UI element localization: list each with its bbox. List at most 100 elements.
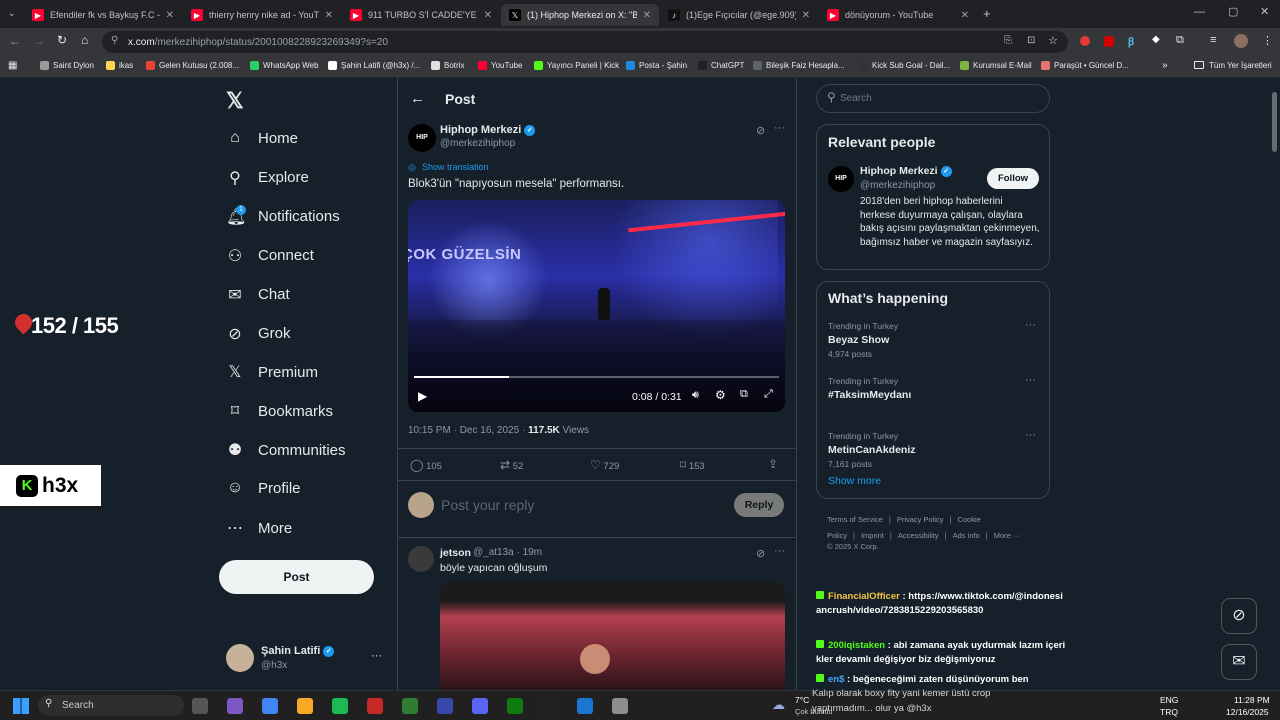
grok-icon[interactable]: ⊘ (756, 124, 765, 137)
clock-time[interactable]: 11:28 PM (1234, 695, 1270, 705)
footer-link[interactable]: Imprint (861, 531, 884, 540)
settings-icon[interactable]: ⚙ (715, 388, 726, 402)
trend-more-icon[interactable]: ··· (1025, 374, 1036, 386)
reply-count-button[interactable]: ◯ 105 (410, 458, 442, 472)
follow-button[interactable]: Follow (987, 168, 1039, 189)
account-switcher[interactable]: Şahin Latifi ✓ @h3x ··· (226, 642, 386, 676)
trend-name[interactable]: MetinCanAkdeniz (828, 444, 916, 456)
trend-name[interactable]: Beyaz Show (828, 334, 889, 346)
translate-icon[interactable]: ⎘ (1004, 35, 1012, 46)
extensions-puzzle-icon[interactable]: ⧉ (1176, 34, 1184, 47)
footer-link[interactable]: Privacy Policy (897, 515, 944, 524)
pip-icon[interactable]: ⧉ (740, 388, 748, 401)
home-icon[interactable]: ⌂ (81, 33, 88, 47)
repost-count-button[interactable]: ⇄ 52 (500, 458, 523, 472)
tweet-author-avatar[interactable]: HIP (408, 124, 436, 152)
install-icon[interactable]: ⊡ (1027, 35, 1035, 46)
forward-icon[interactable]: → (33, 34, 45, 48)
reply-input[interactable]: Post your reply (441, 497, 534, 513)
url-input[interactable]: ⚲ x.com/merkezihiphop/status/20010082289… (102, 31, 1068, 53)
site-info-icon[interactable]: ⚲ (111, 35, 118, 46)
taskbar-search[interactable]: ⚲ Search (38, 695, 184, 716)
browser-tab[interactable]: ▶ dönüyorum - YouTube ✕ (819, 4, 977, 26)
copilot-icon[interactable] (227, 698, 243, 714)
tweet-video[interactable]: ÇOK GÜZELSİN ▶ 0:08 / 0:31 🔊︎ ⚙ ⧉ ⤢ (408, 200, 785, 412)
browser-tab[interactable]: 𝕏 (1) Hiphop Merkezi on X: "Blok3 ✕ (501, 4, 659, 26)
reply-button[interactable]: Reply (734, 493, 784, 517)
steam-icon[interactable] (612, 698, 628, 714)
lang-1[interactable]: ENG (1160, 695, 1178, 705)
nav-item-communities[interactable]: ⚉ Communities (226, 440, 346, 460)
nav-item-explore[interactable]: ⚲ Explore (226, 168, 309, 188)
tab-close-icon[interactable]: ✕ (802, 10, 810, 21)
search-box[interactable]: ⚲ Search (816, 84, 1050, 113)
footer-link[interactable]: Terms of Service (827, 515, 883, 524)
lang-2[interactable]: TRQ (1160, 707, 1178, 717)
nav-item-more[interactable]: ⋯ More (226, 518, 292, 538)
nav-item-home[interactable]: ⌂ Home (226, 129, 298, 147)
relevant-name[interactable]: Hiphop Merkezi ✓ (860, 165, 952, 177)
back-icon[interactable]: ← (9, 34, 21, 48)
nav-item-grok[interactable]: ⊘ Grok (226, 324, 290, 344)
x-logo-icon[interactable]: 𝕏 (226, 88, 244, 114)
extension-shield-icon[interactable] (1104, 36, 1114, 47)
extension-red-icon[interactable] (1080, 36, 1090, 46)
back-arrow-icon[interactable]: ← (410, 90, 425, 107)
spotify-icon[interactable] (332, 698, 348, 714)
new-tab-icon[interactable]: + (983, 6, 991, 21)
tab-search-icon[interactable]: ⌄ (8, 8, 16, 19)
post-button[interactable]: Post (219, 560, 374, 594)
browser-profile-avatar[interactable] (1234, 34, 1248, 48)
messages-float-button[interactable]: ✉ (1221, 644, 1257, 680)
trend-name[interactable]: #TaksimMeydanı (828, 389, 911, 401)
tab-close-icon[interactable]: ✕ (961, 10, 969, 21)
bookmark-item[interactable]: Posta - Şahin (626, 61, 687, 70)
close-window-icon[interactable]: ✕ (1260, 5, 1269, 18)
chrome-icon[interactable] (262, 698, 278, 714)
trend-more-icon[interactable]: ··· (1025, 319, 1036, 331)
account-more[interactable]: ··· (371, 650, 382, 662)
footer-link[interactable]: Accessibility (898, 531, 939, 540)
browser-menu-icon[interactable]: ⋮ (1262, 34, 1273, 47)
nav-item-connect[interactable]: ⚇ Connect (226, 246, 314, 266)
tweet-author-handle[interactable]: @merkezihiphop (440, 138, 515, 149)
tab-close-icon[interactable]: ✕ (484, 10, 492, 21)
share-icon[interactable]: ⇪ (768, 457, 778, 471)
extension-diamond-icon[interactable]: ◆ (1152, 34, 1160, 45)
browser-tab[interactable]: ▶ 911 TURBO S'İ CADDE'YE İNDİR ✕ (342, 4, 500, 26)
bookmark-item[interactable]: Kick Sub Goal - Dail... (859, 61, 950, 70)
footer-link[interactable]: Ads info (953, 531, 980, 540)
reload-icon[interactable]: ↻ (57, 33, 67, 47)
obs-icon[interactable] (542, 698, 558, 714)
nav-item-bookmarks[interactable]: ⌑ Bookmarks (226, 401, 333, 421)
browser-tab[interactable]: ♪ (1)Ege Fıçıcılar (@ege.909) | Tik ✕ (660, 4, 818, 26)
video-progress-track[interactable] (414, 376, 779, 378)
reply-grok-icon[interactable]: ⊘ (756, 547, 765, 560)
tweet-more-icon[interactable]: ··· (774, 122, 785, 134)
apps-grid-icon[interactable]: ▦ (8, 60, 17, 71)
footer-link[interactable]: More ··· (994, 531, 1021, 540)
bookmark-item[interactable]: Paraşüt • Güncel D... (1041, 61, 1129, 70)
reading-list-icon[interactable]: ≡ (1210, 34, 1216, 46)
tab-close-icon[interactable]: ✕ (325, 10, 333, 21)
all-bookmarks[interactable]: Tüm Yer İşaretleri (1209, 61, 1272, 70)
bookmark-item[interactable]: Kurumsal E-Mail (960, 61, 1032, 70)
reply-more-icon[interactable]: ··· (774, 545, 785, 557)
bookmark-item[interactable]: ChatGPT (698, 61, 744, 70)
volume-icon[interactable]: 🔊︎ (692, 389, 699, 402)
clock-date[interactable]: 12/16/2025 (1226, 707, 1269, 717)
grok-float-button[interactable]: ⊘ (1221, 598, 1257, 634)
file-explorer-icon[interactable] (297, 698, 313, 714)
tweet-author-name[interactable]: Hiphop Merkezi ✓ (440, 124, 536, 136)
reply-author-name[interactable]: jetson (440, 547, 471, 559)
bookmark-item[interactable]: Gelen Kutusu (2.008... (146, 61, 239, 70)
bookmark-count-button[interactable]: ⌑ 153 (680, 458, 705, 472)
bookmark-item[interactable]: ikas (106, 61, 133, 70)
show-translation-link[interactable]: Show translation (422, 162, 489, 172)
bookmark-item[interactable]: Botrix (431, 61, 464, 70)
app-bluecircle-icon[interactable] (577, 698, 593, 714)
bookmark-item[interactable]: WhatsApp Web (250, 61, 318, 70)
maximize-icon[interactable]: ▢ (1228, 5, 1238, 18)
task-view-icon[interactable] (192, 698, 208, 714)
minimize-icon[interactable]: — (1194, 6, 1205, 18)
